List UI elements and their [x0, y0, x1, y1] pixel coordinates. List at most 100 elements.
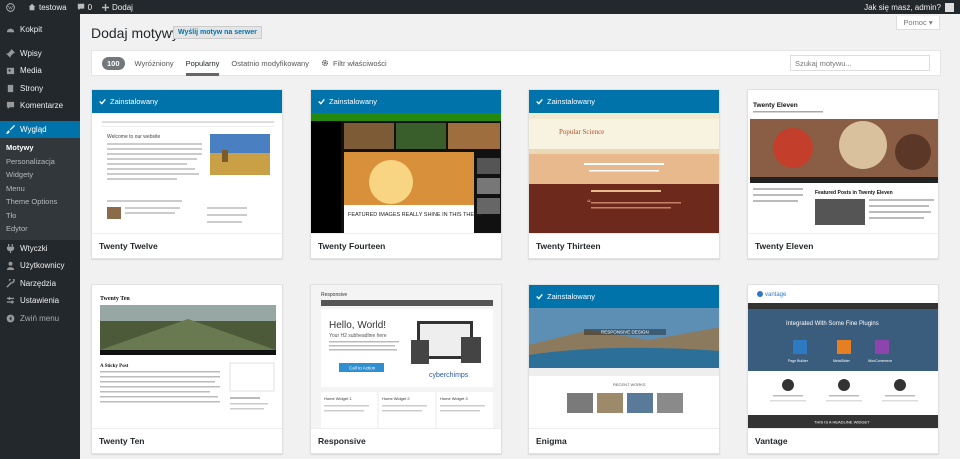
comments-count: 0 [87, 2, 93, 12]
theme-name: Twenty Thirteen [529, 233, 719, 258]
theme-name: Responsive [311, 428, 501, 453]
checkmark-icon [99, 98, 106, 105]
tab-latest[interactable]: Ostatnio modyfikowany [231, 50, 309, 76]
shot-plugin-2: MetaSlider [833, 359, 851, 363]
theme-card-twenty-thirteen[interactable]: Zainstalowany Popular Science “ Twenty T… [528, 89, 720, 259]
theme-card-twenty-ten[interactable]: Twenty Ten A Sticky Post Twenty Ten [91, 284, 283, 454]
theme-screenshot: Zainstalowany Welcome to our website [92, 90, 282, 233]
sidebar-item-pages[interactable]: Strony [0, 80, 80, 98]
account-menu[interactable]: Jak się masz, admin? [864, 0, 954, 14]
collapse-icon [5, 313, 15, 323]
collapse-menu-button[interactable]: Zwiń menu [0, 310, 80, 328]
theme-card-twenty-eleven[interactable]: Twenty Eleven Featured Posts in Twenty E… [747, 89, 939, 259]
installed-banner: Zainstalowany [92, 90, 282, 113]
checkmark-icon [318, 98, 325, 105]
help-button[interactable]: Pomoc ▾ [896, 16, 940, 30]
sidebar-item-label: Media [20, 66, 42, 76]
shot-banner: RESPONSIVE DESIGN [601, 330, 649, 335]
submenu-themes[interactable]: Motywy [0, 141, 80, 155]
chevron-down-icon: ▾ [928, 18, 933, 27]
twenty-ten-preview: Twenty Ten A Sticky Post [100, 296, 276, 410]
sidebar-item-appearance[interactable]: Wygląd [0, 120, 80, 138]
theme-screenshot: Zainstalowany RESPONSIVE DESIGN RECENT W… [529, 285, 719, 428]
submenu-menus[interactable]: Menu [0, 182, 80, 196]
dashboard-icon [5, 25, 15, 35]
gear-icon [321, 59, 329, 67]
brush-icon [5, 124, 15, 134]
shot-post: A Sticky Post [100, 364, 129, 369]
checkmark-icon [536, 293, 543, 300]
theme-screenshot: Zainstalowany Popular Science “ [529, 90, 719, 233]
help-label: Pomoc [903, 18, 927, 27]
sidebar-item-label: Użytkownicy [20, 261, 65, 271]
theme-card-twenty-fourteen[interactable]: Zainstalowany FEATURED IMAGES REALLY SHI… [310, 89, 502, 259]
theme-filter-bar: 100 Wyróżniony Popularny Ostatnio modyfi… [91, 50, 941, 76]
sidebar-item-settings[interactable]: Ustawienia [0, 292, 80, 310]
shot-hello: Hello, World! [329, 320, 386, 331]
page-icon [5, 83, 15, 93]
submenu-editor[interactable]: Edytor [0, 222, 80, 236]
theme-card-responsive[interactable]: Responsive Hello, World! Your H2 subhead… [310, 284, 502, 454]
installed-label: Zainstalowany [110, 97, 158, 106]
theme-screenshot: Responsive Hello, World! Your H2 subhead… [311, 285, 501, 428]
theme-name: Twenty Ten [92, 428, 282, 453]
sidebar-item-plugins[interactable]: Wtyczki [0, 240, 80, 258]
sidebar-item-media[interactable]: Media [0, 62, 80, 80]
shot-title: Twenty Eleven [753, 102, 798, 109]
site-name-link[interactable]: testowa [28, 0, 67, 14]
shot-title: Twenty Ten [100, 296, 130, 302]
theme-name: Twenty Twelve [92, 233, 282, 258]
submenu-customize[interactable]: Personalizacja [0, 155, 80, 169]
comments-link[interactable]: 0 [77, 0, 92, 14]
shot-recent: RECENT WORKS [613, 382, 646, 387]
sidebar-item-dashboard[interactable]: Kokpit [0, 21, 80, 39]
submenu-widgets[interactable]: Widgety [0, 168, 80, 182]
shot-widget-2: Home Widget 2 [382, 396, 410, 401]
twenty-eleven-preview: Twenty Eleven Featured Posts in Twenty E… [750, 102, 938, 225]
comment-bubble-icon [77, 3, 84, 11]
feature-filter-link[interactable]: Filtr właściwości [321, 59, 387, 68]
sidebar-item-posts[interactable]: Wpisy [0, 45, 80, 63]
svg-text:“: “ [587, 198, 591, 208]
submenu-background[interactable]: Tło [0, 209, 80, 223]
wordpress-icon: W [6, 2, 15, 12]
shot-widget-3: Home Widget 3 [440, 396, 468, 401]
submenu-theme-options[interactable]: Theme Options [0, 195, 80, 209]
shot-brand: vantage [765, 292, 787, 298]
home-icon [28, 3, 36, 11]
installed-label: Zainstalowany [547, 97, 595, 106]
avatar [945, 2, 954, 12]
theme-card-vantage[interactable]: vantage Integrated With Some Fine Plugin… [747, 284, 939, 454]
plus-icon [102, 3, 110, 11]
sidebar-item-comments[interactable]: Komentarze [0, 97, 80, 115]
add-new-label: Dodaj [112, 2, 133, 12]
sidebar-item-label: Strony [20, 83, 44, 93]
tab-popular[interactable]: Popularny [185, 50, 220, 76]
sidebar-item-users[interactable]: Użytkownicy [0, 257, 80, 275]
shot-cta: Call to Action [349, 366, 376, 371]
page-title: Dodaj motywy [91, 25, 179, 41]
tab-featured[interactable]: Wyróżniony [135, 50, 174, 76]
upload-theme-button[interactable]: Wyślij motyw na serwer [173, 26, 262, 39]
installed-banner: Zainstalowany [311, 90, 501, 113]
theme-name: Enigma [529, 428, 719, 453]
shot-sub: Your H2 subheadline here [329, 333, 387, 339]
search-input[interactable] [790, 55, 930, 71]
theme-card-twenty-twelve[interactable]: Zainstalowany Welcome to our website Twe… [91, 89, 283, 259]
feature-filter-label: Filtr właściwości [332, 58, 387, 68]
shot-plugin-1: Page Builder [788, 359, 809, 363]
shot-featured: Featured Posts in Twenty Eleven [815, 190, 893, 196]
wp-logo-button[interactable]: W [6, 0, 18, 14]
sidebar-item-tools[interactable]: Narzędzia [0, 275, 80, 293]
sidebar-item-label: Wpisy [20, 48, 42, 58]
theme-count-badge: 100 [102, 56, 125, 70]
greeting: Jak się masz, admin? [864, 2, 941, 12]
sidebar-item-label: Wygląd [20, 124, 47, 134]
theme-card-enigma[interactable]: Zainstalowany RESPONSIVE DESIGN RECENT W… [528, 284, 720, 454]
installed-label: Zainstalowany [547, 292, 595, 301]
vantage-preview: vantage Integrated With Some Fine Plugin… [748, 291, 938, 428]
sidebar-item-label: Narzędzia [20, 278, 57, 288]
theme-screenshot: vantage Integrated With Some Fine Plugin… [748, 285, 938, 428]
media-icon [5, 66, 15, 76]
add-new-link[interactable]: Dodaj [102, 0, 133, 14]
